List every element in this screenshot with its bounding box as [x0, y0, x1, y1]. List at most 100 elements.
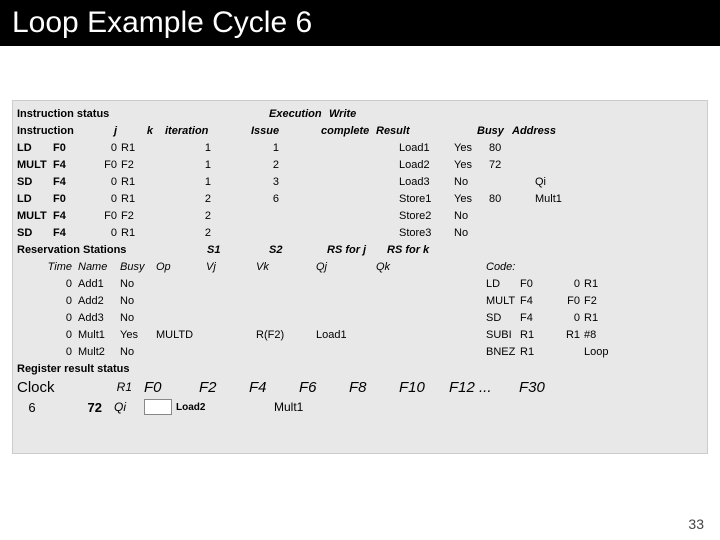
load-name: Store2 — [399, 210, 454, 222]
code-c: F2 — [584, 295, 624, 307]
inst-op: LD — [17, 193, 53, 205]
inst-op: SD — [17, 227, 53, 239]
code-op: LD — [486, 278, 520, 290]
label-result: Result — [376, 125, 421, 137]
code-b: 0 — [550, 312, 584, 324]
rs-busy: Yes — [120, 329, 156, 341]
label-s2: S2 — [269, 244, 327, 256]
inst-j: 0 — [77, 176, 121, 188]
load-busy: Yes — [454, 193, 489, 205]
inst-iter: 2 — [151, 193, 229, 205]
inst-dest: F4 — [53, 176, 77, 188]
label-name: Name — [78, 261, 120, 273]
code-c: Loop — [584, 346, 624, 358]
code-b: 0 — [550, 278, 584, 290]
inst-issue: 3 — [229, 176, 299, 188]
code-op: MULT — [486, 295, 520, 307]
label-vj: Vj — [206, 261, 256, 273]
rs-op: MULTD — [156, 329, 206, 341]
load-addr: 80 — [489, 142, 535, 154]
label-busy2: Busy — [120, 261, 156, 273]
inst-op: SD — [17, 176, 53, 188]
f4-qi: Mult1 — [274, 400, 324, 414]
reg-f2: F2 — [199, 379, 249, 396]
inst-issue: 6 — [229, 193, 299, 205]
reg-f0: F0 — [144, 379, 199, 396]
code-b: R1 — [550, 329, 584, 341]
label-op: Op — [156, 261, 206, 273]
label-busy: Busy — [477, 125, 512, 137]
r1-value: 72 — [47, 400, 114, 415]
load-busy: Yes — [454, 159, 489, 171]
page-number: 33 — [688, 516, 704, 532]
rs-name: Mult1 — [78, 329, 120, 341]
label-code: Code: — [486, 261, 546, 273]
code-op: SD — [486, 312, 520, 324]
reg-f6: F6 — [299, 379, 349, 396]
label-rs: Reservation Stations — [17, 244, 207, 256]
inst-j: F0 — [77, 159, 121, 171]
reg-f30: F30 — [519, 379, 569, 396]
load-name: Store1 — [399, 193, 454, 205]
inst-op: MULT — [17, 159, 53, 171]
diagram-panel: Instruction status Execution Write Instr… — [12, 100, 708, 454]
inst-issue: 1 — [229, 142, 299, 154]
inst-iter: 1 — [151, 159, 229, 171]
label-k: k — [123, 125, 159, 137]
inst-k: R1 — [121, 193, 151, 205]
label-issue: Issue — [243, 125, 321, 137]
inst-dest: F4 — [53, 159, 77, 171]
inst-issue: 2 — [229, 159, 299, 171]
inst-k: R1 — [121, 142, 151, 154]
slide-title: Loop Example Cycle 6 — [0, 0, 720, 46]
code-a: R1 — [520, 329, 550, 341]
label-clock: Clock — [17, 379, 72, 396]
code-c: R1 — [584, 312, 624, 324]
label-address: Address — [512, 125, 558, 137]
rs-time: 0 — [17, 346, 78, 358]
code-op: SUBI — [486, 329, 520, 341]
rs-name: Mult2 — [78, 346, 120, 358]
code-a: R1 — [520, 346, 550, 358]
rs-qj: Load1 — [316, 329, 376, 341]
inst-iter: 2 — [151, 210, 229, 222]
rs-time: 0 — [17, 278, 78, 290]
label-reg-status: Register result status — [17, 363, 129, 375]
f0-qi: Load2 — [172, 402, 224, 413]
load-name: Store3 — [399, 227, 454, 239]
label-qj: Qj — [316, 261, 376, 273]
load-busy: No — [454, 210, 489, 222]
label-j: j — [79, 125, 123, 137]
code-c: R1 — [584, 278, 624, 290]
inst-k: F2 — [121, 210, 151, 222]
label-iteration: iteration — [159, 125, 243, 137]
clock-value: 6 — [17, 400, 47, 415]
inst-iter: 1 — [151, 176, 229, 188]
inst-k: F2 — [121, 159, 151, 171]
code-b: F0 — [550, 295, 584, 307]
rs-busy: No — [120, 295, 156, 307]
label-rsk: RS for k — [387, 244, 447, 256]
label-s1: S1 — [207, 244, 269, 256]
load-busy: No — [454, 227, 489, 239]
inst-j: F0 — [77, 210, 121, 222]
rs-vk: R(F2) — [256, 329, 316, 341]
load-name: Load2 — [399, 159, 454, 171]
label-time: Time — [17, 261, 78, 273]
load-qi: Mult1 — [535, 193, 575, 205]
load-addr: 80 — [489, 193, 535, 205]
label-exec: Execution — [269, 108, 329, 120]
code-a: F4 — [520, 295, 550, 307]
load-addr: 72 — [489, 159, 535, 171]
highlight-box — [144, 399, 172, 415]
inst-k: R1 — [121, 176, 151, 188]
rs-busy: No — [120, 278, 156, 290]
load-qi: Qi — [535, 176, 575, 188]
label-rsj: RS for j — [327, 244, 387, 256]
inst-k: R1 — [121, 227, 151, 239]
label-complete: complete — [321, 125, 376, 137]
reg-f10: F10 — [399, 379, 449, 396]
code-c: #8 — [584, 329, 624, 341]
inst-op: LD — [17, 142, 53, 154]
load-busy: No — [454, 176, 489, 188]
